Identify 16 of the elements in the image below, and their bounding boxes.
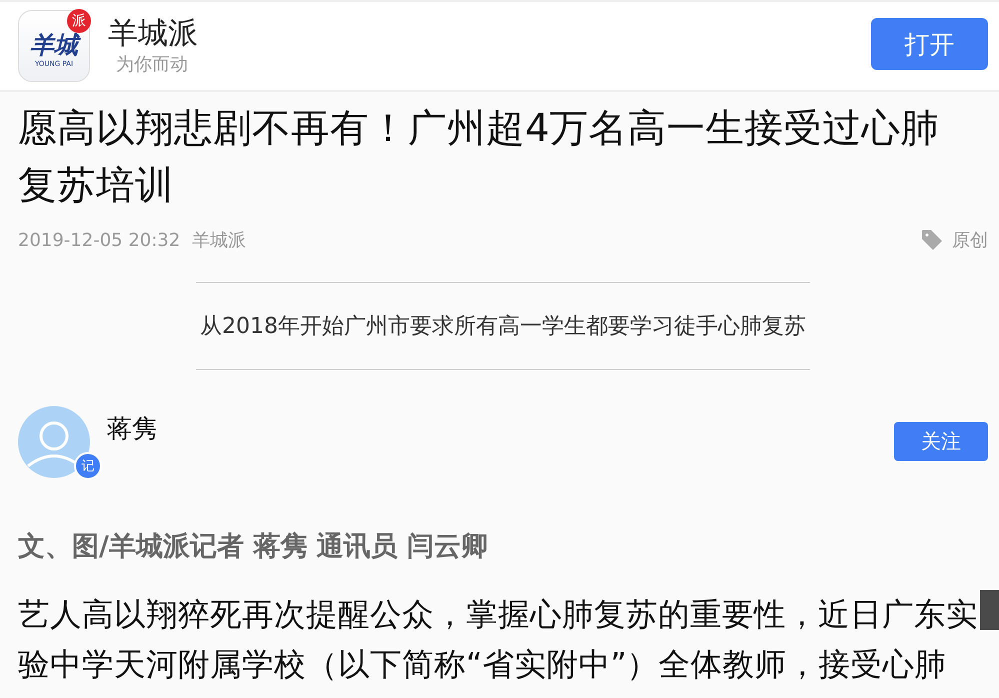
article-paragraph: 艺人高以翔猝死再次提醒公众，掌握心肺复苏的重要性，近日广东实验中学天河附属学校（以下简称“省实附中”）全体教师，接受心肺 xyxy=(18,596,979,685)
floating-tab[interactable] xyxy=(980,590,999,630)
app-name: 羊城派 xyxy=(108,16,198,52)
app-slogan: 为你而动 xyxy=(116,53,189,76)
article-title: 愿高以翔悲剧不再有！广州超4万名高一生接受过心肺复苏培训 xyxy=(18,105,940,210)
original-label: 原创 xyxy=(952,229,988,252)
reporter-badge: 记 xyxy=(74,452,102,480)
image-caption: 从2018年开始广州市要求所有高一学生都要学习徒手心肺复苏 xyxy=(196,282,810,370)
open-app-button[interactable]: 打开 xyxy=(871,18,988,70)
follow-button[interactable]: 关注 xyxy=(894,422,988,461)
article-source: 羊城派 xyxy=(192,229,246,252)
article-byline: 文、图/羊城派记者 蒋隽 通讯员 闫云卿 xyxy=(18,530,490,564)
publish-date: 2019-12-05 20:32 xyxy=(18,230,180,250)
author-name: 蒋隽 xyxy=(107,413,157,445)
tag-icon xyxy=(920,228,944,252)
logo-badge: 派 xyxy=(67,9,91,33)
